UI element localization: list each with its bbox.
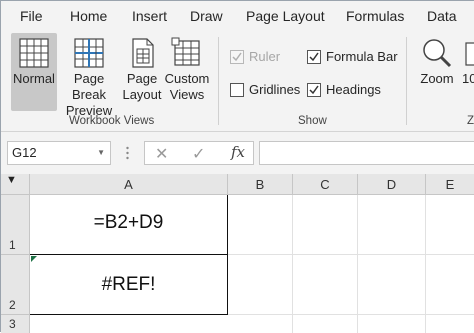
- chevron-down-icon[interactable]: ▼: [97, 142, 105, 164]
- show-group-label: Show: [298, 115, 327, 127]
- column-header-d[interactable]: D: [358, 174, 426, 195]
- check-icon: [309, 85, 319, 95]
- tab-data[interactable]: Data: [427, 8, 457, 24]
- row-header-2[interactable]: 2: [1, 255, 30, 315]
- splitter-handle-icon[interactable]: [126, 145, 129, 161]
- name-box-value: G12: [12, 145, 37, 160]
- zoom-button[interactable]: Zoom: [415, 33, 459, 111]
- row-header-1[interactable]: 1: [1, 195, 30, 255]
- excel-window: File Home Insert Draw Page Layout Formul…: [0, 0, 474, 333]
- error-indicator-icon[interactable]: [31, 256, 37, 262]
- row-number: 1: [9, 238, 16, 252]
- tab-home[interactable]: Home: [70, 8, 107, 24]
- group-separator: [218, 37, 219, 125]
- page-break-preview-button[interactable]: Page Break Preview: [58, 33, 120, 118]
- cell-a2[interactable]: #REF!: [30, 255, 228, 315]
- ruler-label: Ruler: [249, 49, 281, 64]
- enter-icon[interactable]: ✓: [192, 144, 205, 164]
- headings-checkbox-box: [307, 83, 321, 97]
- group-separator: [406, 37, 407, 125]
- custom-views-label-2: Views: [169, 87, 205, 102]
- row-number: 3: [9, 317, 16, 331]
- formula-buttons: ✕ ✓ fx: [144, 141, 254, 165]
- zoom-label: Zoom: [420, 71, 454, 86]
- normal-view-icon: [19, 38, 49, 68]
- magnifier-icon: [423, 39, 452, 68]
- cancel-icon[interactable]: ✕: [155, 144, 168, 164]
- tab-page-layout[interactable]: Page Layout: [246, 8, 325, 24]
- menu-bar: File Home Insert Draw Page Layout Formul…: [1, 1, 474, 31]
- worksheet-grid: ▼ A B C D E 1 2 3 =B2+D9 #REF!: [1, 174, 474, 333]
- check-icon: [309, 52, 319, 62]
- page-layout-icon: [132, 38, 154, 68]
- ruler-checkbox-box: [230, 50, 244, 64]
- tab-file[interactable]: File: [20, 8, 43, 24]
- tab-formulas[interactable]: Formulas: [346, 8, 404, 24]
- tab-draw[interactable]: Draw: [190, 8, 223, 24]
- page-break-preview-label-1: Page Break: [72, 71, 106, 102]
- gridlines-label: Gridlines: [249, 82, 301, 97]
- headings-label: Headings: [326, 82, 381, 97]
- normal-view-label: Normal: [13, 71, 55, 86]
- zoom-100-label: 10: [462, 71, 474, 86]
- cell-a1[interactable]: =B2+D9: [30, 195, 228, 255]
- formula-bar: G12 ▼ ✕ ✓ fx: [1, 132, 474, 174]
- zoom-group-label: Z: [467, 115, 474, 127]
- ribbon-view: Normal Page Break Preview Page Layout Cu…: [1, 31, 474, 132]
- page-layout-label-2: Layout: [122, 87, 162, 102]
- tab-insert[interactable]: Insert: [132, 8, 167, 24]
- gridlines-checkbox-box: [230, 83, 244, 97]
- formula-bar-label: Formula Bar: [326, 49, 398, 64]
- formula-bar-checkbox-box: [307, 50, 321, 64]
- workbook-views-group-label: Workbook Views: [69, 115, 155, 127]
- column-header-b[interactable]: B: [228, 174, 293, 195]
- gridline: [228, 254, 474, 255]
- custom-views-button[interactable]: Custom Views: [164, 33, 210, 111]
- formula-input[interactable]: [259, 141, 474, 165]
- custom-views-icon: [171, 37, 200, 66]
- page-break-preview-icon: [74, 38, 104, 68]
- select-all-button[interactable]: ▼: [1, 174, 30, 195]
- insert-function-icon[interactable]: fx: [231, 143, 245, 161]
- zoom-100-icon: [465, 42, 474, 66]
- gridline: [292, 195, 293, 333]
- page-layout-label-1: Page: [126, 71, 158, 86]
- select-all-arrow-icon: ▼: [6, 174, 17, 186]
- column-header-e[interactable]: E: [426, 174, 474, 195]
- gridline: [425, 195, 426, 333]
- page-layout-view-button[interactable]: Page Layout: [122, 33, 162, 111]
- normal-view-button[interactable]: Normal: [11, 33, 57, 111]
- gridline: [228, 314, 474, 315]
- custom-views-label-1: Custom: [164, 71, 210, 86]
- column-header-c[interactable]: C: [293, 174, 358, 195]
- row-number: 2: [9, 298, 16, 312]
- row-header-3[interactable]: 3: [1, 315, 30, 333]
- zoom-100-button[interactable]: 10: [462, 33, 474, 111]
- check-icon: [232, 52, 242, 62]
- gridline: [357, 195, 358, 333]
- name-box[interactable]: G12 ▼: [7, 141, 111, 165]
- column-header-a[interactable]: A: [30, 174, 228, 195]
